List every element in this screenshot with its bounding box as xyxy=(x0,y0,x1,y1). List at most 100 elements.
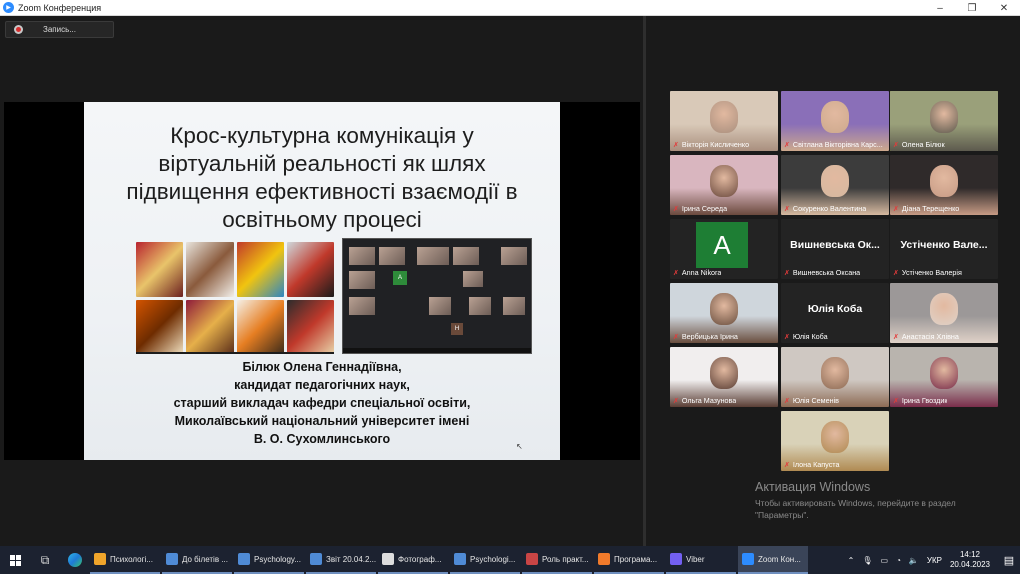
app-label: Роль практ... xyxy=(542,554,589,564)
taskbar-app-button[interactable]: Фотограф... xyxy=(378,546,448,574)
participant-tile[interactable]: ✗ Ольга Мазунова xyxy=(670,347,778,407)
participant-tile[interactable]: A ✗ Anna Nikora xyxy=(670,219,778,279)
participant-face xyxy=(930,357,958,389)
collage-photo xyxy=(186,242,234,297)
maximize-button[interactable]: ❐ xyxy=(956,0,988,16)
app-label: Програма... xyxy=(614,554,658,564)
app-label: Psychology... xyxy=(254,554,301,564)
mini-avatar: H xyxy=(451,323,463,335)
participant-name-label: ✗ Ірина Середа xyxy=(673,204,727,213)
participant-tile[interactable]: ✗ Вербицька Ірина xyxy=(670,283,778,343)
participant-tile[interactable]: ✗ Ірина Гвоздик xyxy=(890,347,998,407)
participant-tile[interactable]: Устіченко Вале... ✗ Устіченко Валерія xyxy=(890,219,998,279)
participant-name: Юлія Семенів xyxy=(792,396,840,405)
participant-tile[interactable]: ✗ Юлія Семенів xyxy=(781,347,889,407)
windows-logo-icon xyxy=(9,554,21,566)
collage-photo xyxy=(236,299,284,354)
mic-muted-icon: ✗ xyxy=(893,333,899,341)
close-button[interactable]: ✕ xyxy=(988,0,1020,16)
mic-muted-icon: ✗ xyxy=(784,269,790,277)
participant-tile[interactable]: ✗ Діана Терещенко xyxy=(890,155,998,215)
windows-taskbar: ⧉ Психологі... До білетів ... Psychology..… xyxy=(0,546,1020,574)
participant-face xyxy=(821,357,849,389)
participant-tile[interactable]: ✗ Анастасія Хлівна xyxy=(890,283,998,343)
app-icon xyxy=(94,553,106,565)
participant-tile[interactable]: ✗ Вікторія Кисличенко xyxy=(670,91,778,151)
mini-tile xyxy=(501,247,527,265)
taskbar-app-button[interactable]: Звіт 20.04.2... xyxy=(306,546,376,574)
participant-face xyxy=(821,165,849,197)
participant-avatar: A xyxy=(696,222,748,268)
participant-tile[interactable]: ✗ Ілона Капуста xyxy=(781,411,889,471)
app-icon xyxy=(310,553,322,565)
participant-name-label: ✗ Діана Терещенко xyxy=(893,204,959,213)
participant-tile[interactable]: Юлія Коба ✗ Юлія Коба xyxy=(781,283,889,343)
mini-tile xyxy=(469,297,491,315)
participant-tile[interactable]: ✗ Ірина Середа xyxy=(670,155,778,215)
taskbar-app-button[interactable]: Zoom Кон... xyxy=(738,546,808,574)
participant-tile[interactable]: ✗ Сокуренко Валентина xyxy=(781,155,889,215)
taskbar-app-button[interactable]: Psychologi... xyxy=(450,546,520,574)
taskbar-clock[interactable]: 14:12 20.04.2023 xyxy=(950,550,990,570)
shared-screen: Крос-культурна комунікація у віртуальній… xyxy=(4,102,640,460)
language-indicator[interactable]: УКР xyxy=(927,556,942,565)
app-icon xyxy=(670,553,682,565)
volume-icon[interactable]: 🔈 xyxy=(909,556,919,565)
participant-name: Ірина Гвоздик xyxy=(901,396,948,405)
collage-photo xyxy=(286,299,334,354)
participant-tile[interactable]: ✗ Світлана Вікторівна Карс... xyxy=(781,91,889,151)
notifications-icon[interactable]: ▤ xyxy=(998,546,1020,574)
collage-photo xyxy=(286,242,334,297)
taskbar-app-button[interactable]: Психологі... xyxy=(90,546,160,574)
network-icon[interactable]: ◔ xyxy=(896,556,901,565)
participant-name-label: ✗ Вишневська Оксана xyxy=(784,268,860,277)
microphone-icon[interactable]: 🎙 xyxy=(862,556,872,565)
activation-text-2: "Параметры". xyxy=(755,510,809,520)
record-button[interactable]: Запись... xyxy=(5,21,114,38)
participant-gallery: ✗ Вікторія Кисличенко ✗ Світлана Вікторівна… xyxy=(646,16,1020,546)
battery-icon[interactable]: ▭ xyxy=(881,556,889,565)
participant-face xyxy=(710,357,738,389)
taskbar-apps: Психологі... До білетів ... Psychology... З… xyxy=(90,546,810,574)
task-view-icon[interactable]: ⧉ xyxy=(30,546,60,574)
participant-name-label: ✗ Анастасія Хлівна xyxy=(893,332,959,341)
mic-muted-icon: ✗ xyxy=(784,205,790,213)
mic-muted-icon: ✗ xyxy=(673,333,679,341)
start-button[interactable] xyxy=(0,546,30,574)
participant-name: Вербицька Ірина xyxy=(681,332,738,341)
taskbar-app-button[interactable]: До білетів ... xyxy=(162,546,232,574)
participant-name: Вікторія Кисличенко xyxy=(681,140,750,149)
app-label: Психологі... xyxy=(110,554,153,564)
collage-underline xyxy=(136,352,334,354)
app-label: До білетів ... xyxy=(182,554,228,564)
window-title: Zoom Конференция xyxy=(18,2,102,13)
taskbar-app-button[interactable]: Psychology... xyxy=(234,546,304,574)
mic-muted-icon: ✗ xyxy=(784,333,790,341)
participant-name: Діана Терещенко xyxy=(901,204,960,213)
edge-browser-icon[interactable] xyxy=(60,546,90,574)
participant-name: Анастасія Хлівна xyxy=(901,332,959,341)
minimize-button[interactable]: – xyxy=(924,0,956,16)
participant-display-name: Устіченко Вале... xyxy=(900,239,988,251)
taskbar-app-button[interactable]: Роль практ... xyxy=(522,546,592,574)
participant-name-label: ✗ Вербицька Ірина xyxy=(673,332,738,341)
participant-tile[interactable]: Вишневська Ок... ✗ Вишневська Оксана xyxy=(781,219,889,279)
participant-name: Вишневська Оксана xyxy=(792,268,861,277)
app-label: Viber xyxy=(686,554,705,564)
participant-face xyxy=(710,165,738,197)
record-icon xyxy=(14,25,23,34)
participant-face xyxy=(710,293,738,325)
participant-name-label: ✗ Олена Білюк xyxy=(893,140,945,149)
app-icon xyxy=(454,553,466,565)
tray-expand-icon[interactable]: ⌃ xyxy=(848,556,855,565)
mic-muted-icon: ✗ xyxy=(673,141,679,149)
zoom-screenshot-image: A H xyxy=(342,238,532,354)
mic-muted-icon: ✗ xyxy=(784,397,790,405)
taskbar-app-button[interactable]: Програма... xyxy=(594,546,664,574)
window-controls: – ❐ ✕ xyxy=(924,0,1020,16)
participant-name-label: ✗ Сокуренко Валентина xyxy=(784,204,866,213)
taskbar-app-button[interactable]: Viber xyxy=(666,546,736,574)
participant-tile[interactable]: ✗ Олена Білюк xyxy=(890,91,998,151)
participant-name-label: ✗ Устіченко Валерія xyxy=(893,268,962,277)
participant-name-label: ✗ Ілона Капуста xyxy=(784,460,840,469)
